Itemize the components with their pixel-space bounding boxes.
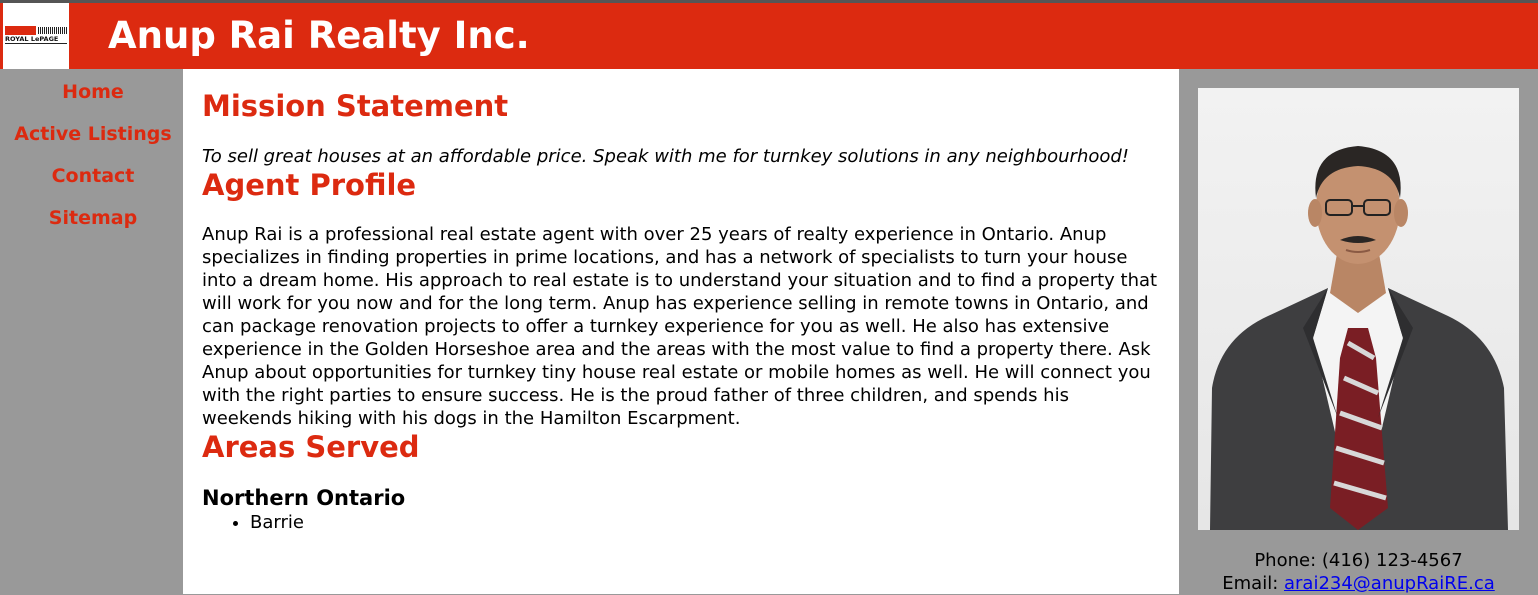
logo-wordmark: ROYAL LePAGE <box>5 35 59 43</box>
mission-heading: Mission Statement <box>202 89 509 123</box>
areas-heading: Areas Served <box>202 430 420 464</box>
site-header: ROYAL LePAGE Anup Rai Realty Inc. <box>0 3 1538 69</box>
site-title: Anup Rai Realty Inc. <box>108 14 530 57</box>
logo-mark: ROYAL LePAGE <box>5 26 67 44</box>
nav-item-contact[interactable]: Contact <box>3 164 183 188</box>
agent-phone: Phone: (416) 123-4567 <box>1254 550 1463 571</box>
main-content: Mission Statement To sell great houses a… <box>183 69 1179 594</box>
email-label: Email: <box>1222 573 1284 594</box>
nav-item-home[interactable]: Home <box>3 80 183 104</box>
nav-item-sitemap[interactable]: Sitemap <box>3 206 183 230</box>
region-title: Northern Ontario <box>202 486 406 510</box>
agent-portrait-image <box>1198 88 1519 530</box>
logo-underline <box>5 43 67 44</box>
logo-barcode <box>38 27 67 34</box>
agent-profile-text: Anup Rai is a professional real estate a… <box>202 224 1158 429</box>
agent-photo <box>1198 88 1519 530</box>
mission-statement-text: To sell great houses at an affordable pr… <box>202 146 1130 167</box>
logo-red-block <box>5 26 36 35</box>
sidebar-nav: Home Active Listings Contact Sitemap <box>3 69 183 594</box>
profile-heading: Agent Profile <box>202 168 417 202</box>
content-column: Mission Statement To sell great houses a… <box>202 69 1162 534</box>
email-link[interactable]: arai234@anupRaiRE.ca <box>1284 573 1495 594</box>
agent-email-line: Email: arai234@anupRaiRE.ca <box>1179 573 1538 595</box>
agent-sidebar: Phone: (416) 123-4567 Email: arai234@anu… <box>1179 69 1538 594</box>
area-list: Barrie <box>202 511 1162 534</box>
list-item: Barrie <box>250 511 1162 534</box>
nav-item-active-listings[interactable]: Active Listings <box>3 122 183 146</box>
royal-lepage-logo: ROYAL LePAGE <box>3 3 69 69</box>
